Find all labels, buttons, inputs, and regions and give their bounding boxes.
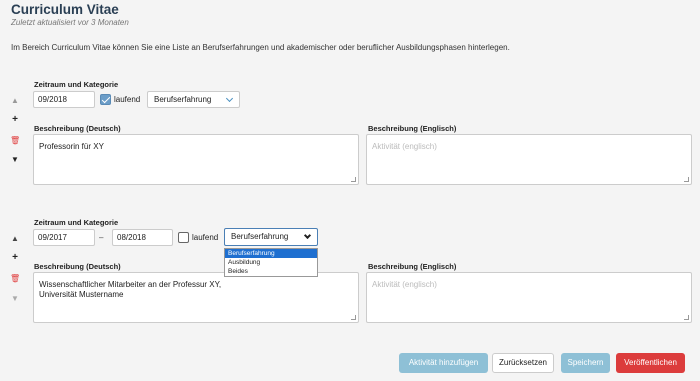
start-date-input[interactable]: 09/2017	[33, 229, 95, 246]
trash-icon[interactable]: 🗑	[10, 137, 20, 145]
ongoing-checkbox[interactable]	[178, 232, 189, 243]
period-label: Zeitraum und Kategorie	[34, 218, 119, 227]
ongoing-label: laufend	[192, 233, 219, 242]
reset-button[interactable]: Zurücksetzen	[492, 353, 554, 373]
period-label: Zeitraum und Kategorie	[34, 80, 119, 89]
desc-en-placeholder: Aktivität (englisch)	[372, 280, 437, 289]
chevron-down-icon	[225, 94, 234, 103]
chevron-down-icon	[303, 231, 312, 240]
add-entry-icon[interactable]: +	[10, 115, 20, 125]
page-title: Curriculum Vitae	[11, 2, 119, 17]
end-date-input[interactable]: 08/2018	[112, 229, 173, 246]
add-activity-button[interactable]: Aktivität hinzufügen	[399, 353, 488, 373]
date-separator: –	[99, 233, 104, 242]
desc-en-placeholder: Aktivität (englisch)	[372, 142, 437, 151]
desc-en-textarea[interactable]: Aktivität (englisch)	[366, 272, 692, 323]
move-up-icon[interactable]: ▲	[10, 97, 20, 105]
move-up-icon[interactable]: ▲	[10, 235, 20, 243]
desc-de-textarea[interactable]: Wissenschaftlicher Mitarbeiter an der Pr…	[33, 272, 359, 323]
desc-de-label: Beschreibung (Deutsch)	[34, 262, 121, 271]
desc-en-label: Beschreibung (Englisch)	[368, 124, 457, 133]
category-value: Berufserfahrung	[231, 232, 289, 241]
trash-icon[interactable]: 🗑	[10, 275, 20, 283]
add-entry-icon[interactable]: +	[10, 253, 20, 263]
intro-text: Im Bereich Curriculum Vitae können Sie e…	[11, 43, 510, 52]
desc-en-textarea[interactable]: Aktivität (englisch)	[366, 134, 692, 185]
move-down-icon[interactable]: ▼	[10, 156, 20, 164]
last-updated-text: Zuletzt aktualisiert vor 3 Monaten	[11, 18, 129, 27]
ongoing-label: laufend	[114, 95, 141, 104]
category-select[interactable]: Berufserfahrung	[224, 228, 318, 246]
desc-de-textarea[interactable]: Professorin für XY	[33, 134, 359, 185]
desc-de-label: Beschreibung (Deutsch)	[34, 124, 121, 133]
start-date-input[interactable]: 09/2018	[33, 91, 95, 108]
save-button[interactable]: Speichern	[561, 353, 610, 373]
desc-de-line: Wissenschaftlicher Mitarbeiter an der Pr…	[39, 280, 222, 289]
desc-en-label: Beschreibung (Englisch)	[368, 262, 457, 271]
publish-button[interactable]: Veröffentlichen	[616, 353, 685, 373]
desc-de-text: Professorin für XY	[39, 142, 104, 151]
category-dropdown-list: Berufserfahrung Ausbildung Beides	[224, 248, 318, 277]
resize-handle-icon[interactable]	[351, 177, 356, 182]
dropdown-option[interactable]: Berufserfahrung	[225, 249, 317, 258]
dropdown-option[interactable]: Ausbildung	[225, 258, 317, 267]
resize-handle-icon[interactable]	[684, 315, 689, 320]
resize-handle-icon[interactable]	[351, 315, 356, 320]
category-select[interactable]: Berufserfahrung	[147, 91, 240, 108]
resize-handle-icon[interactable]	[684, 177, 689, 182]
category-value: Berufserfahrung	[154, 95, 212, 104]
desc-de-line: Universität Mustername	[39, 290, 124, 299]
move-down-icon[interactable]: ▼	[10, 295, 20, 303]
dropdown-option[interactable]: Beides	[225, 267, 317, 276]
ongoing-checkbox[interactable]	[100, 94, 111, 105]
